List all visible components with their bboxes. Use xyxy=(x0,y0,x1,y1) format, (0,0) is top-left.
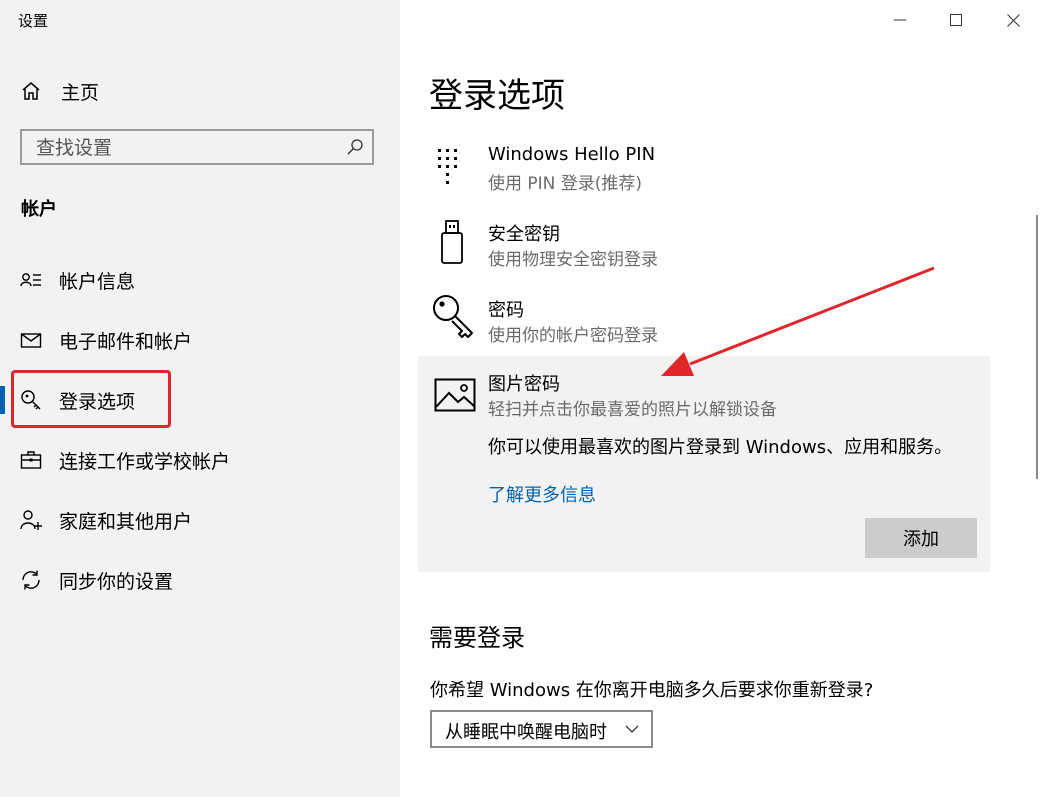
option-subtitle: 使用你的帐户密码登录 xyxy=(488,326,658,346)
scrollbar[interactable] xyxy=(1036,215,1038,479)
usb-key-icon xyxy=(441,220,463,264)
sidebar-item-account-info[interactable]: 帐户信息 xyxy=(0,258,400,302)
chevron-down-icon xyxy=(625,725,639,733)
maximize-button[interactable] xyxy=(933,0,979,40)
search-box[interactable] xyxy=(20,129,374,165)
option-title: 密码 xyxy=(488,300,524,321)
sidebar-item-label: 电子邮件和帐户 xyxy=(59,330,193,353)
option-title: 图片密码 xyxy=(488,374,560,395)
briefcase-icon xyxy=(20,451,42,469)
sidebar-item-label: 连接工作或学校帐户 xyxy=(59,450,231,473)
section-heading: 帐户 xyxy=(21,199,57,220)
sidebar-item-label: 同步你的设置 xyxy=(59,570,174,593)
minimize-icon xyxy=(894,19,906,21)
annotation-highlight-box xyxy=(11,370,171,428)
sidebar-item-home[interactable]: 主页 xyxy=(20,76,99,106)
sidebar-item-label: 家庭和其他用户 xyxy=(59,510,193,533)
option-security-key[interactable]: 安全密钥 使用物理安全密钥登录 xyxy=(418,216,990,276)
dropdown-selected-value: 从睡眠中唤醒电脑时 xyxy=(445,722,607,743)
option-subtitle: 轻扫并点击你最喜爱的照片以解锁设备 xyxy=(488,400,777,420)
add-button[interactable]: 添加 xyxy=(865,518,977,558)
pin-keypad-icon xyxy=(438,149,457,184)
sidebar-item-label: 主页 xyxy=(61,81,100,104)
option-password[interactable]: 密码 使用你的帐户密码登录 xyxy=(418,292,990,352)
search-input[interactable] xyxy=(22,131,338,165)
close-icon xyxy=(1006,13,1020,27)
home-icon xyxy=(22,82,40,100)
sidebar-item-family[interactable]: 家庭和其他用户 xyxy=(0,498,400,542)
sidebar-item-sync[interactable]: 同步你的设置 xyxy=(0,558,400,602)
sidebar-item-label: 帐户信息 xyxy=(59,270,136,293)
option-description: 你可以使用最喜欢的图片登录到 Windows、应用和服务。 xyxy=(488,437,953,458)
sidebar-item-email[interactable]: 电子邮件和帐户 xyxy=(0,318,400,362)
password-key-icon xyxy=(433,295,473,338)
mail-icon xyxy=(20,333,42,348)
option-picture-password[interactable]: 图片密码 轻扫并点击你最喜爱的照片以解锁设备 你可以使用最喜欢的图片登录到 Wi… xyxy=(418,356,990,572)
learn-more-link[interactable]: 了解更多信息 xyxy=(488,481,596,507)
picture-icon xyxy=(434,378,476,412)
sidebar: 设置 主页 帐户 帐户信息 电子邮件和帐户 xyxy=(0,0,400,797)
account-info-icon xyxy=(20,273,41,287)
search-icon[interactable] xyxy=(346,138,364,156)
add-user-icon xyxy=(20,510,42,530)
page-title: 登录选项 xyxy=(429,76,565,116)
option-subtitle: 使用物理安全密钥登录 xyxy=(488,250,658,270)
option-subtitle: 使用 PIN 登录(推荐) xyxy=(488,174,643,194)
require-signin-dropdown[interactable]: 从睡眠中唤醒电脑时 xyxy=(430,710,653,748)
close-button[interactable] xyxy=(990,0,1036,40)
require-signin-question: 你希望 Windows 在你离开电脑多久后要求你重新登录? xyxy=(430,680,874,701)
option-windows-hello-pin[interactable]: Windows Hello PIN 使用 PIN 登录(推荐) xyxy=(418,140,990,200)
sidebar-item-work-school[interactable]: 连接工作或学校帐户 xyxy=(0,438,400,482)
minimize-button[interactable] xyxy=(877,0,923,40)
maximize-icon xyxy=(950,14,962,26)
sync-icon xyxy=(22,570,40,590)
option-title: 安全密钥 xyxy=(488,224,560,245)
window-title: 设置 xyxy=(18,12,49,30)
require-signin-heading: 需要登录 xyxy=(429,624,525,652)
option-title: Windows Hello PIN xyxy=(488,144,656,165)
